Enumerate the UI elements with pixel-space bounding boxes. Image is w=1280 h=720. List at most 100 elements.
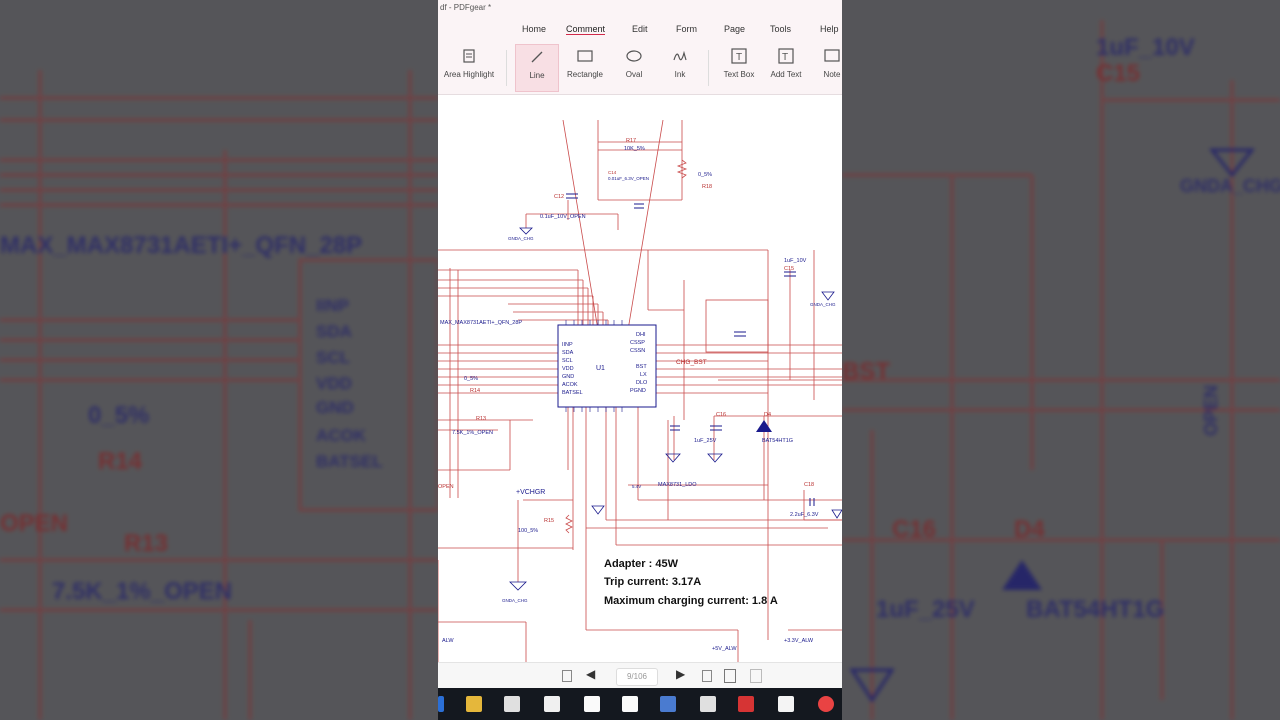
fit-page-icon[interactable]	[724, 669, 736, 683]
right-dim-overlay	[842, 0, 1280, 720]
next-page-icon[interactable]: ▶	[676, 667, 685, 681]
menu-comment[interactable]: Comment	[566, 24, 606, 35]
prev-page-icon[interactable]: ◀	[586, 667, 595, 681]
store-icon[interactable]	[504, 696, 520, 712]
chip-pin-right-3: CSSN	[630, 348, 645, 354]
window-title: df - PDFgear *	[440, 3, 492, 12]
ribbon-separator	[708, 50, 709, 86]
label-c14-value: 0.01uF_6.3V_OPEN	[608, 176, 649, 181]
mail-icon[interactable]	[544, 696, 560, 712]
left-dim-overlay	[0, 0, 438, 720]
tool-line[interactable]: Line	[515, 44, 559, 92]
area-highlight-icon	[463, 49, 475, 63]
label-d4: D4	[764, 412, 771, 418]
document-icon[interactable]	[584, 696, 600, 712]
pdfgear-app: df - PDFgear * Home Comment Edit Form Pa…	[438, 0, 842, 720]
chip-pin-left-7: BATSEL	[562, 390, 583, 396]
chip-pin-right-7: PGND	[630, 388, 646, 394]
tool-note[interactable]: Note	[818, 44, 842, 90]
label-c16: C16	[716, 412, 726, 418]
page-number-input[interactable]: 9/106	[616, 668, 658, 686]
note-trip-current: Trip current: 3.17A	[604, 576, 702, 588]
monitor-icon[interactable]	[660, 696, 676, 712]
ribbon-separator	[506, 50, 507, 86]
tool-area-highlight[interactable]: Area Highlight	[438, 44, 500, 90]
document-icon-2[interactable]	[622, 696, 638, 712]
chip-pin-right-2: CSSP	[630, 340, 645, 346]
menu-home[interactable]: Home	[522, 24, 546, 34]
label-r13: R13	[476, 416, 486, 422]
label-d4-value: BAT54HT1G	[762, 438, 793, 444]
menu-tools[interactable]: Tools	[770, 24, 791, 34]
tool-area-highlight-label: Area Highlight	[443, 70, 495, 79]
tool-rectangle-label: Rectangle	[566, 70, 604, 79]
note-icon	[824, 49, 840, 62]
label-gnda-2: GNDA_CHG	[502, 598, 528, 603]
single-page-icon[interactable]	[750, 669, 762, 683]
chip-pin-left-2: SDA	[562, 350, 574, 356]
oval-icon	[626, 50, 642, 62]
tool-add-text[interactable]: T Add Text	[764, 44, 808, 90]
file-explorer-icon[interactable]	[466, 696, 482, 712]
label-alw: ALW	[442, 638, 454, 644]
svg-text:T: T	[736, 52, 742, 63]
windows-taskbar	[438, 688, 842, 720]
chip-pin-left-1: IINP	[562, 342, 573, 348]
chip-pin-left-6: ACOK	[562, 382, 578, 388]
label-c16-value: 1uF_25V	[694, 438, 717, 444]
tool-oval-label: Oval	[625, 70, 643, 79]
tool-oval[interactable]: Oval	[618, 44, 650, 90]
note-max-charging: Maximum charging current: 1.8 A	[604, 595, 778, 607]
label-r18: R18	[702, 184, 712, 190]
svg-text:T: T	[782, 52, 788, 63]
chip-pin-left-4: VDD	[562, 366, 574, 372]
label-c12: C12	[554, 194, 564, 200]
tool-line-label: Line	[529, 71, 545, 80]
menu-bar: Home Comment Edit Form Page Tools Help	[438, 18, 842, 42]
label-c18-value: 2.2uF_6.3V	[790, 512, 819, 518]
label-c15-value: 1uF_10V	[784, 258, 807, 264]
label-c14: C14	[608, 170, 617, 175]
tool-text-box[interactable]: T Text Box	[718, 44, 760, 90]
chip-pin-left-5: GND	[562, 374, 574, 380]
label-chg-bst: CHG_BST	[676, 359, 707, 366]
tool-ink[interactable]: Ink	[664, 44, 696, 90]
menu-page[interactable]: Page	[724, 24, 745, 34]
tool-note-label: Note	[823, 70, 841, 79]
pdf-page-view[interactable]: MAX_MAX8731AETI+_QFN_28P U1 IINP SDA SCL…	[438, 120, 842, 666]
label-r15-value: 100_5%	[518, 528, 538, 534]
left-blurred-background: MAX_MAX8731AETI+_QFN_28P IINP SDA SCL VD…	[0, 0, 438, 720]
chip-pin-right-1: DHI	[636, 332, 646, 338]
label-ldo-voltage: 5.4V	[632, 484, 641, 489]
chip-part-label: MAX_MAX8731AETI+_QFN_28P	[440, 320, 522, 326]
pdfgear-taskbar-icon[interactable]	[738, 696, 754, 712]
chrome-icon[interactable]	[818, 696, 834, 712]
label-3v3-alw: +3.3V_ALW	[784, 638, 814, 644]
tool-text-box-label: Text Box	[723, 70, 755, 79]
page-view-icon[interactable]	[562, 670, 572, 682]
menu-help[interactable]: Help	[820, 24, 839, 34]
calculator-icon[interactable]	[700, 696, 716, 712]
last-page-icon[interactable]	[702, 670, 712, 682]
add-text-icon: T	[778, 48, 794, 64]
line-icon	[531, 51, 543, 63]
label-5v-alw: +5V_ALW	[712, 646, 737, 652]
label-r15: R15	[544, 518, 554, 524]
label-gnda-3: GNDA_CHG	[810, 302, 836, 307]
page-navigation-bar: ◀ 9/106 ▶	[438, 662, 842, 689]
start-icon[interactable]	[438, 696, 444, 712]
label-gnda-1: GNDA_CHG	[508, 236, 534, 241]
diode-d4-symbol	[756, 420, 772, 432]
menu-edit[interactable]: Edit	[632, 24, 648, 34]
label-r17-value: 10K_5%	[624, 146, 645, 152]
chip-pin-left-3: SCL	[562, 358, 573, 364]
text-box-icon: T	[731, 48, 747, 64]
tool-ink-label: Ink	[674, 70, 686, 79]
comment-ribbon: Area Highlight Line Rectangle Oval Ink T…	[438, 42, 842, 95]
label-vchgr: +VCHGR	[516, 489, 545, 496]
title-bar: df - PDFgear *	[438, 0, 842, 18]
chip-pin-right-4: BST	[636, 364, 647, 370]
camera-icon[interactable]	[778, 696, 794, 712]
menu-form[interactable]: Form	[676, 24, 697, 34]
tool-rectangle[interactable]: Rectangle	[562, 44, 608, 90]
